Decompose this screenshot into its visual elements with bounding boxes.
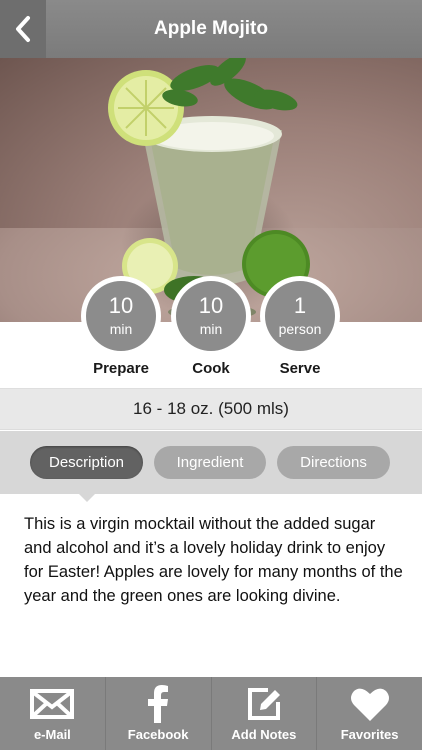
heart-icon — [350, 688, 389, 721]
tab-ingredient[interactable]: Ingredient — [154, 446, 266, 479]
facebook-label: Facebook — [127, 727, 189, 742]
page-title: Apple Mojito — [154, 18, 268, 39]
stat-cook: 10 min Cook — [171, 276, 251, 377]
add-notes-label: Add Notes — [231, 727, 297, 742]
facebook-button[interactable]: Facebook — [106, 677, 212, 750]
stat-value: 10 — [108, 293, 134, 318]
stat-label: Serve — [279, 360, 321, 377]
description-text: This is a virgin mocktail without the ad… — [24, 515, 403, 605]
stat-label: Cook — [192, 360, 230, 377]
tab-pointer — [78, 493, 96, 502]
tab-directions[interactable]: Directions — [277, 446, 390, 479]
recipe-stats: 10 min Prepare 10 min Cook 1 person Serv… — [0, 276, 422, 386]
stat-value: 1 — [293, 293, 307, 318]
stat-unit: min — [109, 321, 133, 337]
stat-label: Prepare — [93, 360, 149, 377]
stat-serve: 1 person Serve — [260, 276, 340, 377]
facebook-icon — [148, 685, 169, 723]
stat-circle: 1 person — [260, 276, 340, 356]
stat-circle: 10 min — [81, 276, 161, 356]
add-notes-icon — [247, 688, 280, 720]
stat-unit: min — [199, 321, 223, 337]
stat-unit: person — [278, 321, 322, 337]
stat-value: 10 — [198, 293, 224, 318]
favorites-button[interactable]: Favorites — [317, 677, 422, 750]
tab-bar: Description Ingredient Directions — [0, 431, 422, 494]
favorites-label: Favorites — [340, 727, 399, 742]
bottom-toolbar: e-Mail Facebook Add Notes Favorites — [0, 677, 422, 750]
email-label: e-Mail — [33, 727, 71, 742]
stat-prepare: 10 min Prepare — [81, 276, 161, 377]
serving-size: 16 - 18 oz. (500 mls) — [0, 388, 422, 430]
add-notes-button[interactable]: Add Notes — [212, 677, 318, 750]
tab-description[interactable]: Description — [30, 446, 143, 479]
stat-circle: 10 min — [171, 276, 251, 356]
nav-bar: Apple Mojito — [0, 0, 422, 58]
email-button[interactable]: e-Mail — [0, 677, 106, 750]
email-icon — [30, 689, 75, 719]
